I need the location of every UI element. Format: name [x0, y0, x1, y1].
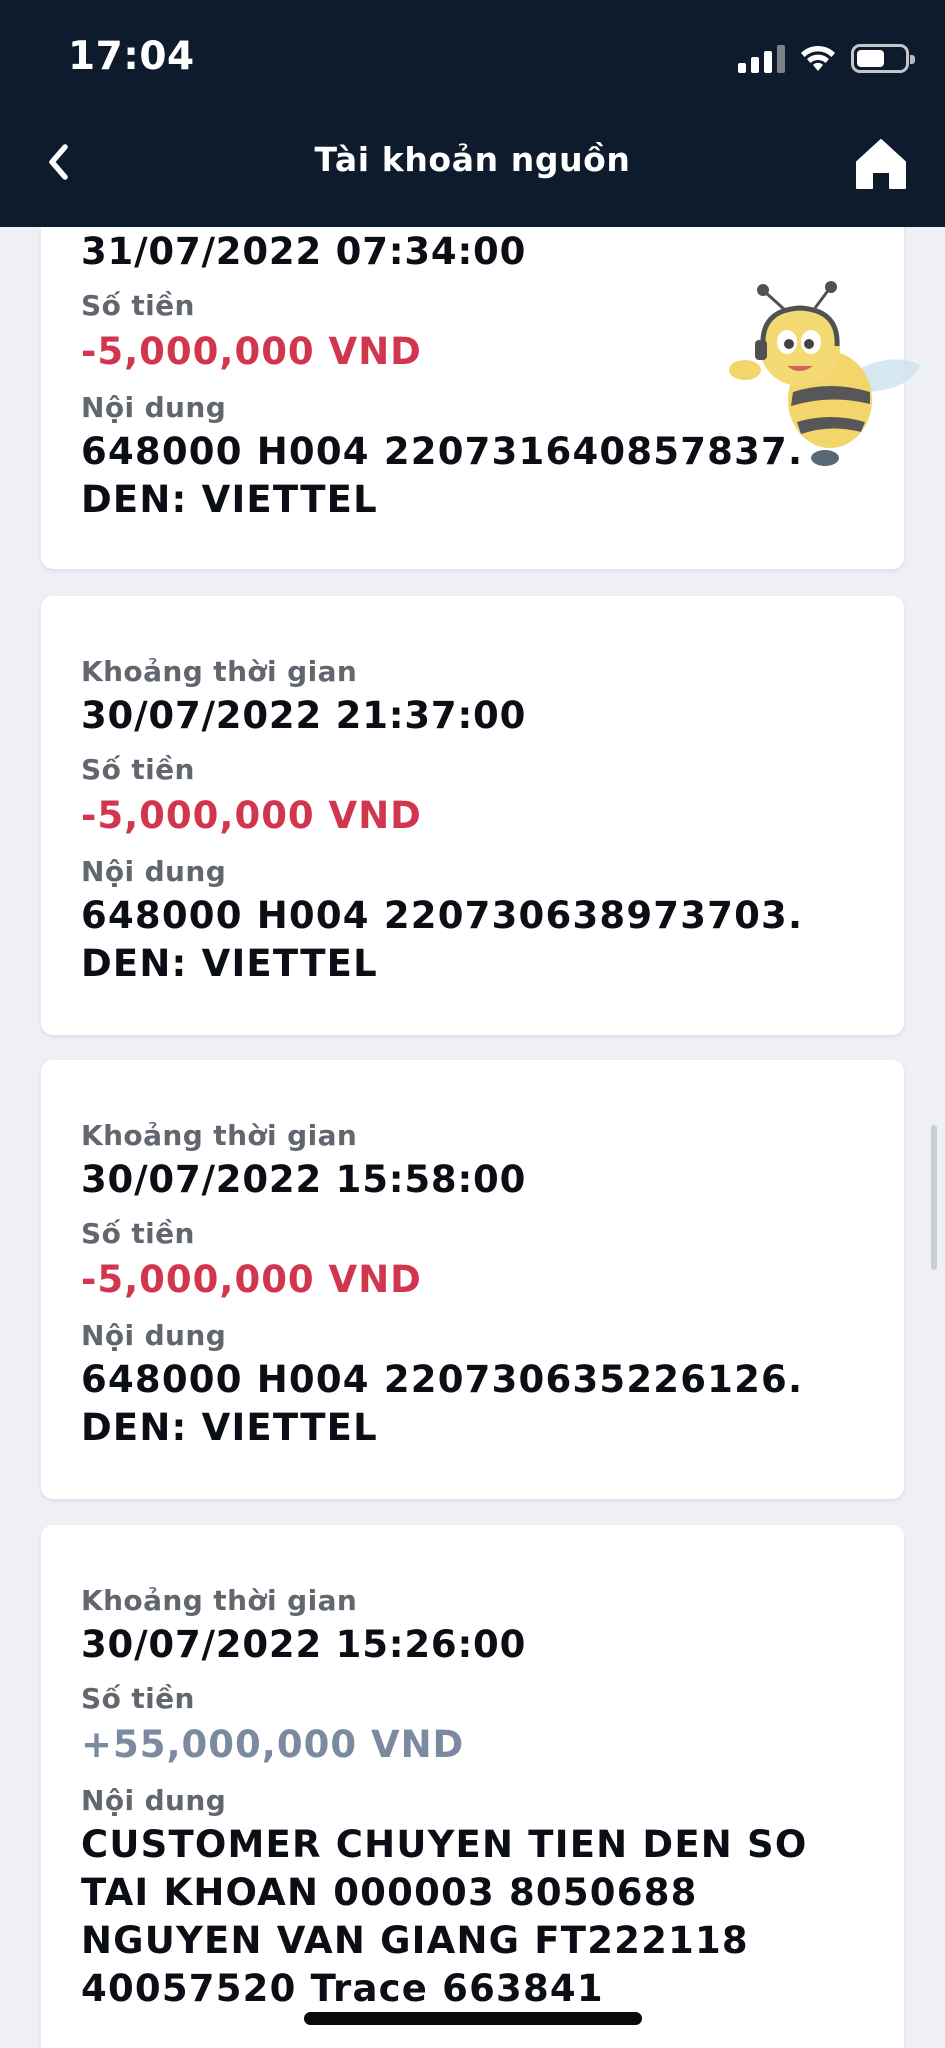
- transaction-content: 648000 H004 220730638973703. DEN: VIETTE…: [81, 894, 804, 985]
- scrollbar[interactable]: [931, 1125, 937, 1270]
- transaction-amount: -5,000,000 VND: [81, 794, 422, 837]
- status-icons: [738, 40, 915, 76]
- transaction-content: 648000 H004 220730635226126. DEN: VIETTE…: [81, 1358, 804, 1449]
- transaction-amount: +55,000,000 VND: [81, 1723, 465, 1766]
- transaction-content: CUSTOMER CHUYEN TIEN DEN SO TAI KHOAN 00…: [81, 1823, 808, 2010]
- amount-label: Số tiền: [81, 753, 195, 786]
- transaction-time: 30/07/2022 21:37:00: [81, 694, 527, 737]
- content-label: Nội dung: [81, 855, 227, 888]
- status-time: 17:04: [68, 34, 195, 79]
- time-label: Khoảng thời gian: [81, 1119, 358, 1152]
- transaction-amount: -5,000,000 VND: [81, 1258, 422, 1301]
- bee-mascot-image: [729, 281, 920, 466]
- content-label: Nội dung: [81, 1319, 227, 1352]
- transaction-time: 30/07/2022 15:58:00: [81, 1158, 527, 1201]
- home-indicator[interactable]: [304, 2012, 642, 2025]
- app-header: 17:04 Tài khoản nguồn: [0, 0, 945, 227]
- home-icon: [856, 139, 906, 189]
- transaction-card[interactable]: Khoảng thời gian 30/07/2022 21:37:00 Số …: [41, 596, 904, 1035]
- chevron-left-icon: [49, 144, 68, 180]
- home-button[interactable]: [853, 136, 909, 192]
- transaction-card[interactable]: Khoảng thời gian 30/07/2022 15:58:00 Số …: [41, 1060, 904, 1499]
- transaction-time: 31/07/2022 07:34:00: [81, 230, 527, 273]
- time-label: Khoảng thời gian: [81, 1584, 358, 1617]
- amount-label: Số tiền: [81, 1217, 195, 1250]
- back-button[interactable]: [36, 140, 80, 184]
- amount-label: Số tiền: [81, 1682, 195, 1715]
- page-title: Tài khoản nguồn: [314, 140, 631, 179]
- time-label: Khoảng thời gian: [81, 655, 358, 688]
- screen: 17:04 Tài khoản nguồn 31/07/2022 07:34:0…: [0, 0, 945, 2048]
- transaction-time: 30/07/2022 15:26:00: [81, 1623, 527, 1666]
- cellular-signal-icon: [738, 43, 785, 73]
- wifi-icon: [801, 45, 835, 71]
- content-label: Nội dung: [81, 1784, 227, 1817]
- battery-icon: [851, 43, 915, 73]
- transaction-card[interactable]: Khoảng thời gian 30/07/2022 15:26:00 Số …: [41, 1525, 904, 2048]
